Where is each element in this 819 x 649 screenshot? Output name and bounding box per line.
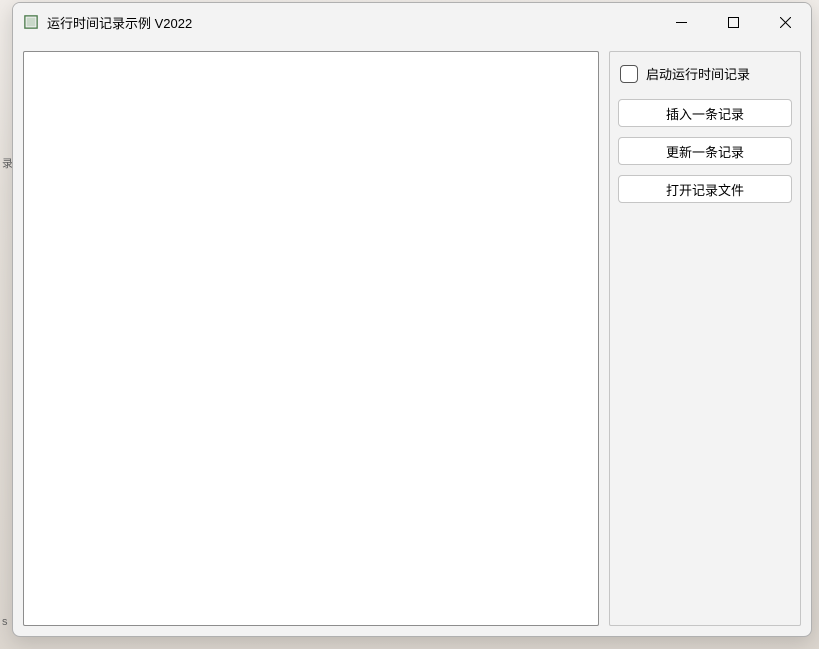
close-button[interactable] [759,3,811,41]
minimize-button[interactable] [655,3,707,41]
side-panel: 启动运行时间记录 插入一条记录 更新一条记录 打开记录文件 [609,51,801,626]
open-log-file-button[interactable]: 打开记录文件 [618,175,792,203]
enable-log-label: 启动运行时间记录 [646,64,750,83]
titlebar[interactable]: 运行时间记录示例 V2022 [13,3,811,41]
bg-text-fragment: s [2,616,8,628]
enable-log-checkbox-row[interactable]: 启动运行时间记录 [618,62,792,89]
app-window: 运行时间记录示例 V2022 启动运行时间记录 插入一条记录 更新一条记录 打开… [12,2,812,637]
window-title: 运行时间记录示例 V2022 [47,13,655,32]
app-icon [23,14,39,30]
log-textarea[interactable] [23,51,599,626]
content-area: 启动运行时间记录 插入一条记录 更新一条记录 打开记录文件 [13,41,811,636]
update-record-button[interactable]: 更新一条记录 [618,137,792,165]
enable-log-checkbox[interactable] [620,65,638,83]
insert-record-button[interactable]: 插入一条记录 [618,99,792,127]
maximize-button[interactable] [707,3,759,41]
window-controls [655,3,811,41]
